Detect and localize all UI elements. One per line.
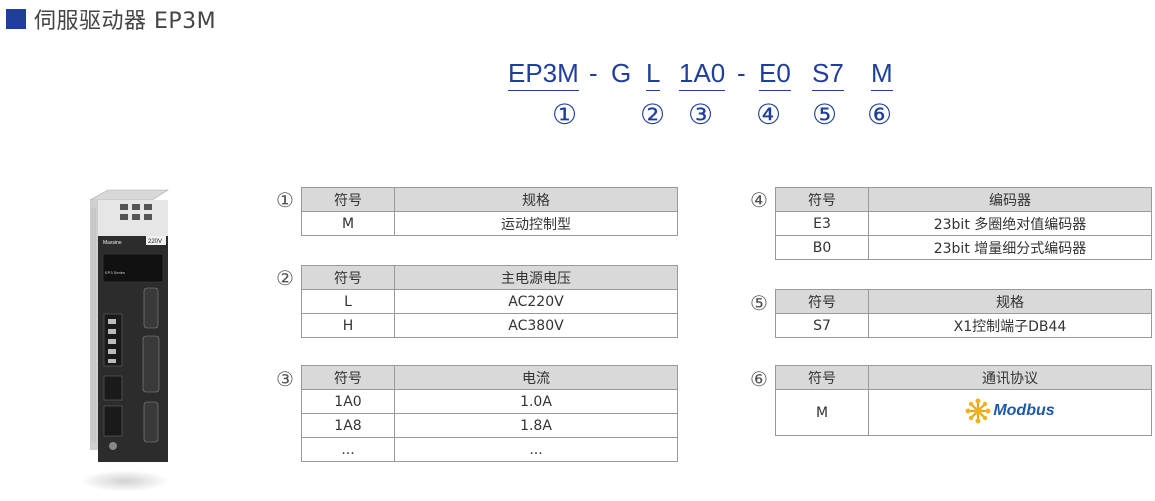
code-marker-4: ④ <box>756 98 782 131</box>
table6-header-protocol: 通讯协议 <box>868 365 1152 390</box>
table3-header-current: 电流 <box>394 365 678 390</box>
table1-marker: ① <box>276 188 294 212</box>
table5-marker: ⑤ <box>750 291 768 315</box>
modbus-logo-text: Modbus <box>993 401 1055 419</box>
title-text: 伺服驱动器 EP3M <box>34 9 217 34</box>
code-part-series: EP3M <box>508 58 579 91</box>
table3-cell: 1.8A <box>394 413 678 438</box>
table-row: M 运动控制型 <box>301 211 678 236</box>
table2-header-symbol: 符号 <box>301 265 395 290</box>
code-part-g: G <box>611 58 632 88</box>
table-row: H AC380V <box>301 313 678 338</box>
table2-marker: ② <box>276 266 294 290</box>
table3-cell: 1A8 <box>301 413 395 438</box>
device-brand: Maxsine <box>103 240 122 246</box>
table2-header-voltage: 主电源电压 <box>394 265 678 290</box>
code-marker-6: ⑥ <box>867 98 893 131</box>
table-row: 1A0 1.0A <box>301 389 678 414</box>
table5-header-symbol: 符号 <box>775 289 869 314</box>
code-part-protocol: M <box>871 58 893 91</box>
table-row: M Modbus <box>775 389 1152 436</box>
table4-marker: ④ <box>750 188 768 212</box>
table2-cell: AC220V <box>394 289 678 314</box>
page-title: 伺服驱动器 EP3M <box>6 6 217 34</box>
table3-marker: ③ <box>276 367 294 391</box>
table2-cell: AC380V <box>394 313 678 338</box>
device-shadow <box>80 470 170 492</box>
table-spec-4: 符号 编码器 E3 23bit 多圈绝对值编码器 B0 23bit 增量细分式编… <box>775 187 1152 260</box>
table3-header-symbol: 符号 <box>301 365 395 390</box>
code-part-encoder: E0 <box>759 58 791 91</box>
code-part-dash-2: - <box>737 58 746 88</box>
table1-cell: 运动控制型 <box>394 211 678 236</box>
code-part-voltage: L <box>646 58 661 91</box>
table-spec-6: 符号 通讯协议 M Modbus <box>775 365 1152 436</box>
device-voltage-badge: 220V <box>148 239 162 245</box>
table1-cell: M <box>301 211 395 236</box>
title-square-icon <box>6 9 26 29</box>
table5-header-spec: 规格 <box>868 289 1152 314</box>
table6-marker: ⑥ <box>750 367 768 391</box>
code-part-terminal: S7 <box>812 58 844 91</box>
modbus-network-icon <box>965 398 991 423</box>
code-marker-5: ⑤ <box>812 98 838 131</box>
servo-drive-image: Maxsine 220V EP3 Series <box>88 189 170 462</box>
table4-cell: E3 <box>775 211 869 236</box>
table5-cell: X1控制端子DB44 <box>868 313 1152 338</box>
table6-header-symbol: 符号 <box>775 365 869 390</box>
table1-header-spec: 规格 <box>394 187 678 212</box>
code-marker-2: ② <box>640 98 666 131</box>
table-spec-3: 符号 电流 1A0 1.0A 1A8 1.8A ... ... <box>301 365 678 462</box>
table2-cell: L <box>301 289 395 314</box>
table3-cell: 1.0A <box>394 389 678 414</box>
table2-cell: H <box>301 313 395 338</box>
table4-cell: 23bit 多圈绝对值编码器 <box>868 211 1152 236</box>
table3-cell: ... <box>394 437 678 462</box>
code-part-dash-1: - <box>589 58 598 88</box>
table6-cell: Modbus <box>868 389 1152 436</box>
table-row: S7 X1控制端子DB44 <box>775 313 1152 338</box>
table4-cell: B0 <box>775 235 869 260</box>
table3-cell: ... <box>301 437 395 462</box>
table-row: ... ... <box>301 437 678 462</box>
table6-cell: M <box>775 389 869 436</box>
table-row: B0 23bit 增量细分式编码器 <box>775 235 1152 260</box>
device-model-label: EP3 Series <box>105 270 125 275</box>
table-row: L AC220V <box>301 289 678 314</box>
code-marker-3: ③ <box>688 98 714 131</box>
table-row: 1A8 1.8A <box>301 413 678 438</box>
code-part-current: 1A0 <box>679 58 726 91</box>
table-spec-2: 符号 主电源电压 L AC220V H AC380V <box>301 265 678 338</box>
table-spec-5: 符号 规格 S7 X1控制端子DB44 <box>775 289 1152 338</box>
table3-cell: 1A0 <box>301 389 395 414</box>
code-marker-1: ① <box>552 98 578 131</box>
table4-header-symbol: 符号 <box>775 187 869 212</box>
modbus-logo: Modbus <box>965 398 1055 424</box>
table4-header-encoder: 编码器 <box>868 187 1152 212</box>
table-spec-1: 符号 规格 M 运动控制型 <box>301 187 678 236</box>
table5-cell: S7 <box>775 313 869 338</box>
table-row: E3 23bit 多圈绝对值编码器 <box>775 211 1152 236</box>
table1-header-symbol: 符号 <box>301 187 395 212</box>
table4-cell: 23bit 增量细分式编码器 <box>868 235 1152 260</box>
